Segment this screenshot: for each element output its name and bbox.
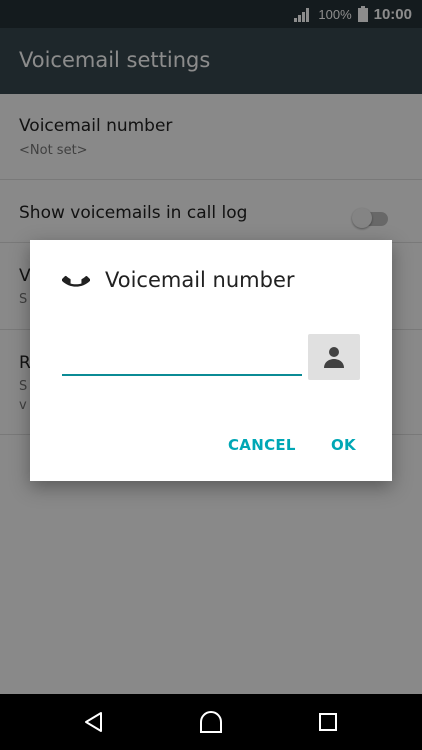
home-icon — [200, 711, 222, 733]
navigation-bar — [0, 694, 422, 750]
contact-icon — [324, 347, 344, 368]
recents-icon — [319, 713, 337, 731]
phone-icon — [62, 275, 90, 287]
pick-contact-button[interactable] — [308, 334, 360, 380]
recents-button[interactable] — [312, 708, 344, 736]
dialog-title: Voicemail number — [105, 268, 295, 292]
ok-button[interactable]: OK — [331, 436, 356, 454]
back-button[interactable] — [78, 708, 110, 736]
home-button[interactable] — [195, 708, 227, 736]
voicemail-number-dialog: Voicemail number CANCEL OK — [30, 240, 392, 481]
cancel-button[interactable]: CANCEL — [228, 436, 296, 454]
back-icon — [85, 712, 102, 732]
voicemail-number-input[interactable] — [62, 338, 302, 376]
